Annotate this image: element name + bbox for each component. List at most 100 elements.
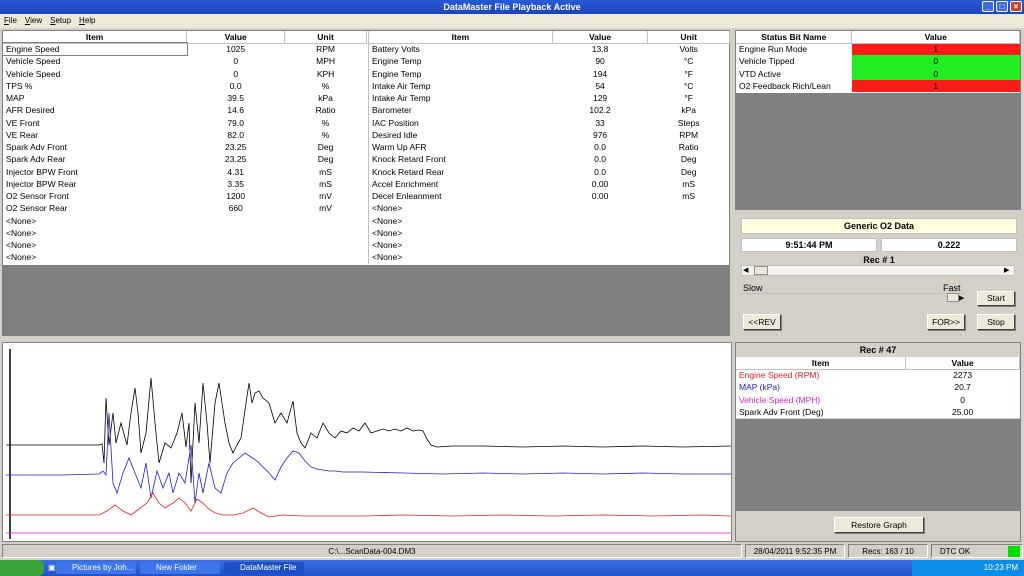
task-datamaster[interactable]: DataMaster File ... [224, 562, 304, 576]
row-unit: % [321, 117, 330, 128]
table-row[interactable]: <None> [369, 202, 730, 214]
status-row[interactable]: Vehicle Tipped 0 [736, 55, 1020, 68]
row-value [552, 251, 648, 263]
table-row[interactable]: Vehicle Speed 0 KPH [3, 68, 367, 80]
table-row[interactable]: Spark Adv Front 23.25 Deg [3, 141, 367, 153]
tray-clock[interactable]: 10:23 PM [984, 563, 1018, 572]
row-unit: RPM [679, 129, 699, 140]
status-bits-table: Status Bit Name Value Engine Run Mode 1 Ve… [736, 31, 1020, 92]
table-row[interactable]: TPS % 0.0% [3, 80, 367, 92]
speed-right-icon[interactable]: ▶ [959, 294, 964, 302]
record-scrollbar[interactable]: ◀ ▶ [741, 265, 1015, 276]
task-pictures[interactable]: Pictures by Joh... [56, 562, 136, 574]
row-unit: Deg [317, 142, 334, 153]
graph-values-table: Item Value Engine Speed (RPM) 2273 MAP (kP… [736, 357, 1020, 418]
col-header-item[interactable]: Item [736, 357, 907, 370]
dtc-indicator [1008, 546, 1020, 557]
table-row[interactable]: Vehicle Speed 0 MPH [3, 55, 367, 67]
scroll-right-icon[interactable]: ▶ [1004, 266, 1013, 275]
table-row[interactable]: Warm Up AFR 0.0 Ratio [369, 141, 730, 153]
row-unit: RPM [316, 44, 335, 55]
graph-value-row[interactable]: MAP (kPa) 20.7 [736, 381, 1020, 393]
table-row[interactable]: Engine Speed 1025 RPM [2, 41, 367, 57]
table-row[interactable]: O2 Sensor Front 1200 mV [3, 190, 367, 202]
rev-button[interactable]: <<REV [743, 314, 781, 330]
scroll-left-icon[interactable]: ◀ [743, 266, 752, 275]
graph-panel[interactable] [2, 342, 732, 542]
record-scroll-thumb[interactable] [754, 266, 768, 275]
row-item: Knock Retard Front [372, 154, 446, 165]
data-graph[interactable] [3, 343, 731, 541]
table-row[interactable]: Spark Adv Rear 23.25 Deg [3, 153, 367, 165]
table-row[interactable]: Injector BPW Front 4.31 mS [3, 166, 367, 178]
menu-file[interactable]: File [4, 14, 17, 28]
speed-slider-thumb[interactable] [947, 293, 959, 302]
task-new-folder[interactable]: New Folder [140, 562, 220, 574]
table-row[interactable]: <None> [3, 251, 367, 263]
table-row[interactable]: VE Rear 82.0% [3, 129, 367, 141]
start-button[interactable]: Start [977, 291, 1015, 306]
row-unit: mS [319, 166, 332, 177]
table-row[interactable]: <None> [369, 239, 730, 251]
table-row[interactable]: <None> [369, 215, 730, 227]
graph-value-row[interactable]: Vehicle Speed (MPH) 0 [736, 394, 1020, 406]
table-row[interactable]: MAP 39.5 kPa [3, 92, 367, 104]
table-row[interactable]: <None> [369, 251, 730, 263]
table-row[interactable]: Knock Retard Front 0.0 Deg [369, 153, 730, 165]
menu-setup[interactable]: Setup [50, 14, 71, 28]
graph-values-panel: Rec # 47 Item Value Engine Speed (RPM) 22… [735, 342, 1021, 542]
graph-series-name: MAP (kPa) [739, 382, 780, 393]
graph-value-row[interactable]: Spark Adv Front (Deg) 25.00 [736, 406, 1020, 418]
minimize-button[interactable]: _ [982, 1, 994, 12]
close-button[interactable]: × [1010, 1, 1022, 12]
table-row[interactable]: Intake Air Temp 54 °C [369, 80, 730, 92]
row-value: 3.35 [227, 178, 244, 189]
table-row[interactable]: Engine Temp 194 °F [369, 68, 730, 80]
row-item: O2 Sensor Rear [6, 203, 68, 214]
table-row[interactable]: Decel Enleanment 0.00 mS [369, 190, 730, 202]
table-row[interactable]: Engine Temp 90 °C [369, 55, 730, 67]
table-row[interactable]: Battery Volts 13.8 Volts [369, 43, 730, 55]
status-row[interactable]: O2 Feedback Rich/Lean 1 [736, 79, 1020, 92]
table-row[interactable]: Barometer 102.2 kPa [369, 104, 730, 116]
stop-button[interactable]: Stop [977, 314, 1015, 330]
table-row[interactable]: Knock Retard Rear 0.0 Deg [369, 166, 730, 178]
menu-help[interactable]: Help [79, 14, 95, 28]
graph-rec-label: Rec # 47 [859, 345, 897, 355]
col-header-item[interactable]: Item [369, 31, 553, 44]
for-button[interactable]: FOR>> [927, 314, 965, 330]
col-header-value[interactable]: Value [552, 31, 649, 44]
table-row[interactable]: Accel Enrichment 0.00 mS [369, 178, 730, 190]
menu-view[interactable]: View [25, 14, 42, 28]
start-button-taskbar[interactable] [0, 560, 44, 576]
row-value: 102.2 [589, 105, 611, 116]
row-item: Spark Adv Rear [6, 154, 66, 165]
restore-graph-button[interactable]: Restore Graph [834, 517, 924, 533]
col-header-value[interactable]: Value [851, 31, 1020, 44]
col-header-item[interactable]: Item [3, 31, 188, 44]
col-header-status-bit[interactable]: Status Bit Name [736, 31, 853, 44]
table-row[interactable]: IAC Position 33 Steps [369, 117, 730, 129]
table-row[interactable]: <None> [3, 227, 367, 239]
row-unit [285, 215, 367, 227]
table-row[interactable]: AFR Desired 14.6 Ratio [3, 104, 367, 116]
col-header-value[interactable]: Value [905, 357, 1020, 370]
table-row[interactable]: Intake Air Temp 129 °F [369, 92, 730, 104]
col-header-unit[interactable]: Unit [647, 31, 730, 44]
status-row[interactable]: VTD Active 0 [736, 67, 1020, 80]
maximize-button[interactable]: □ [996, 1, 1008, 12]
graph-value-row[interactable]: Engine Speed (RPM) 2273 [736, 369, 1020, 381]
col-header-value[interactable]: Value [186, 31, 286, 44]
table-row[interactable]: Desired Idle 976 RPM [369, 129, 730, 141]
table-row[interactable]: <None> [3, 215, 367, 227]
table-row[interactable]: <None> [3, 239, 367, 251]
table-row[interactable]: <None> [369, 227, 730, 239]
col-header-unit[interactable]: Unit [284, 31, 367, 44]
table-row[interactable]: Injector BPW Rear 3.35 mS [3, 178, 367, 190]
status-row[interactable]: Engine Run Mode 1 [736, 43, 1020, 56]
table-row[interactable]: VE Front 79.0% [3, 117, 367, 129]
row-value: 82.0 [227, 129, 244, 140]
row-value: 0 [233, 56, 239, 67]
table-row[interactable]: O2 Sensor Rear 660 mV [3, 202, 367, 214]
speed-slider[interactable]: ▶ [741, 293, 965, 302]
